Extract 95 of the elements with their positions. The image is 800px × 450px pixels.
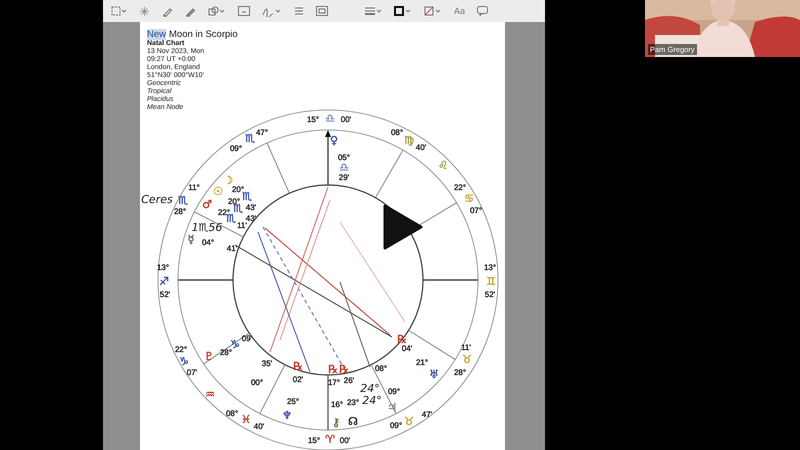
- play-button[interactable]: [383, 204, 423, 250]
- signature-icon[interactable]: [262, 6, 282, 16]
- chart-label: ℞: [328, 363, 338, 376]
- font-button[interactable]: Aa: [454, 6, 466, 16]
- chart-label: ♆: [282, 409, 292, 422]
- chart-label: 00': [340, 436, 350, 446]
- fill-color-icon[interactable]: [424, 6, 442, 16]
- chart-label: 11°: [188, 183, 200, 192]
- chart-label: ♑: [179, 355, 189, 368]
- chart-label: 08°: [374, 364, 388, 374]
- chart-label: 04': [402, 344, 412, 354]
- chart-label: 28°: [454, 368, 466, 378]
- chart-label: 07': [186, 368, 198, 378]
- chart-label: ♏: [242, 190, 252, 204]
- chart-label: ♎: [339, 161, 349, 174]
- chart-label: ℞: [339, 363, 349, 376]
- chart-label: ♌: [438, 159, 448, 172]
- chart-label: 13°: [156, 263, 170, 272]
- textbox-icon[interactable]: [238, 6, 250, 16]
- chart-label: ♉: [462, 353, 472, 366]
- chart-label: 29': [338, 173, 350, 182]
- chart-label: 22°: [174, 345, 188, 354]
- chart-label: 09°: [230, 144, 242, 154]
- chart-label: 09': [242, 334, 252, 344]
- handwritten-note: 24°: [362, 394, 382, 408]
- border-color-icon[interactable]: [394, 6, 412, 16]
- chart-label: ☿: [188, 233, 194, 246]
- lines-icon[interactable]: [294, 6, 304, 16]
- chart-label: 08°: [390, 128, 404, 138]
- chart-title: New Moon in Scorpio: [147, 29, 239, 40]
- chart-label: 00°: [250, 378, 264, 388]
- chart-label: ♋: [464, 192, 474, 206]
- chart-label: 52': [160, 290, 170, 300]
- chart-label: ♈: [325, 433, 335, 446]
- chart-label: ♇: [204, 350, 214, 364]
- sidebar-icon[interactable]: [316, 6, 328, 16]
- chart-label: 28°: [174, 207, 186, 216]
- chart-label: ♎: [325, 112, 335, 126]
- chart-label: 11': [237, 221, 247, 230]
- chart-label: 04°: [202, 238, 214, 248]
- chart-label: ♀: [330, 134, 338, 148]
- chart-label: 43': [246, 214, 256, 224]
- chart-label: ♓: [241, 413, 251, 426]
- chart-label: ☉: [213, 185, 223, 198]
- chart-label: ♅: [429, 368, 439, 382]
- chart-label: 13°: [484, 263, 496, 272]
- chart-label: ♍: [404, 134, 414, 148]
- chart-label: ♏: [178, 194, 188, 208]
- chart-label: 23°: [346, 398, 360, 408]
- chart-label: 07°: [470, 206, 482, 216]
- chart-label: 35': [262, 359, 272, 368]
- chart-label: 15°: [306, 115, 320, 124]
- chart-label: 47': [422, 410, 432, 420]
- pen-icon[interactable]: [185, 6, 196, 16]
- chart-label: 11': [461, 343, 471, 352]
- chart-label: 47°: [256, 128, 268, 138]
- chart-label: 25°: [286, 397, 300, 406]
- chart-label: 40': [254, 422, 264, 432]
- chart-label: 08°: [226, 409, 238, 418]
- chart-label: 43': [246, 203, 256, 212]
- chart-label: ♂: [202, 198, 212, 212]
- chart-label: ♊: [486, 275, 496, 288]
- chart-label: ☽: [223, 174, 233, 188]
- note-icon[interactable]: [477, 6, 488, 16]
- chart-label: ☊: [348, 415, 358, 428]
- chart-label: ℞: [293, 360, 303, 374]
- shapes-icon[interactable]: [208, 6, 226, 16]
- chart-label: 15°: [308, 436, 320, 446]
- chart-label: 17°: [328, 378, 340, 388]
- chart-label: 52': [484, 290, 496, 300]
- pen-icon[interactable]: [162, 6, 173, 16]
- selection-icon[interactable]: [111, 6, 127, 16]
- chart-label: 28°: [220, 348, 232, 358]
- chart-label: ♐: [159, 275, 169, 288]
- chart-label: 41': [226, 244, 238, 254]
- chart-label: 09°: [390, 421, 402, 430]
- chart-label: ♒: [205, 388, 215, 402]
- chart-label: ♏: [245, 132, 255, 146]
- chart-label: 05°: [338, 153, 350, 162]
- chart-label: 09°: [388, 387, 400, 396]
- chart-label: 00': [340, 115, 352, 124]
- sparkle-icon[interactable]: [139, 6, 150, 16]
- chart-label: 26': [344, 376, 354, 386]
- handwritten-note: 1♏56: [192, 221, 222, 234]
- chart-label: 21°: [416, 358, 428, 368]
- handwritten-note: 24°: [360, 382, 380, 396]
- chart-label: 02': [292, 375, 304, 384]
- handwritten-note: Ceres: [141, 193, 173, 206]
- chart-label: ♉: [404, 415, 414, 428]
- chart-label: ⚷: [332, 416, 340, 430]
- chart-label: 40': [416, 143, 426, 152]
- line-weight-icon[interactable]: [364, 6, 382, 16]
- chart-label: 22°: [454, 183, 466, 192]
- chart-label: ♏: [226, 212, 236, 226]
- chart-label: 16°: [330, 400, 344, 410]
